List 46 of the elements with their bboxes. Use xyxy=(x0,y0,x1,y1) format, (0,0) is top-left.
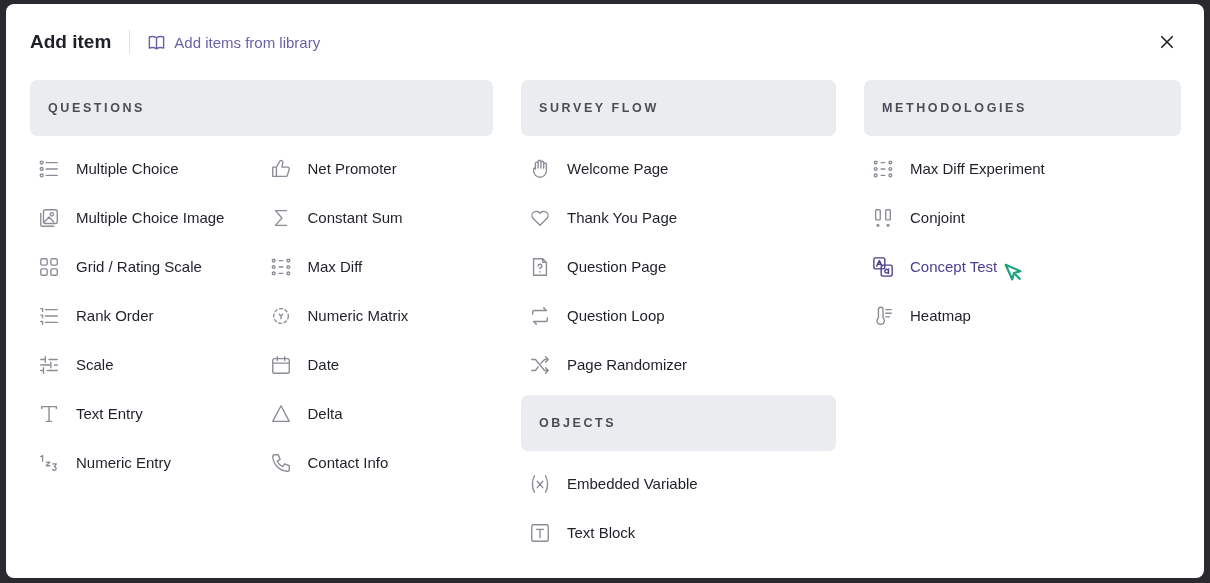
triangle-icon xyxy=(269,402,292,425)
grid-icon xyxy=(38,255,60,278)
close-icon xyxy=(1158,33,1176,51)
item-option[interactable]: Numeric Matrix xyxy=(261,291,409,340)
phone-icon xyxy=(269,451,292,474)
text-box-icon xyxy=(529,521,551,544)
calendar-icon xyxy=(269,353,292,376)
item-option[interactable]: Constant Sum xyxy=(261,193,403,242)
item-option[interactable]: Conjoint xyxy=(864,193,966,242)
item-option[interactable]: Max Diff xyxy=(261,242,363,291)
item-option[interactable]: Scale xyxy=(30,340,114,389)
library-link[interactable]: Add items from library xyxy=(147,32,321,52)
columns-icon xyxy=(872,206,894,229)
item-option[interactable]: Page Randomizer xyxy=(521,340,688,389)
repeat-icon xyxy=(529,304,551,327)
item-option[interactable]: Text Entry xyxy=(30,389,143,438)
section-header: QUESTIONS xyxy=(30,80,493,136)
image-icon xyxy=(38,206,60,229)
item-option[interactable]: Question Loop xyxy=(521,291,665,340)
variable-icon xyxy=(529,472,551,495)
item-option[interactable]: Numeric Entry xyxy=(30,438,172,487)
item-option[interactable]: Heatmap xyxy=(864,291,971,340)
translate-icon xyxy=(872,255,894,278)
item-option[interactable]: Delta xyxy=(261,389,343,438)
item-option[interactable]: Max Diff Experiment xyxy=(864,144,1045,193)
item-option[interactable]: Date xyxy=(261,340,340,389)
item-option[interactable]: Multiple Choice Image xyxy=(30,193,225,242)
item-option[interactable]: Concept Test xyxy=(864,242,1026,291)
item-option[interactable]: Welcome Page xyxy=(521,144,669,193)
sliders-icon xyxy=(38,353,60,376)
list-icon xyxy=(38,157,60,180)
item-option[interactable]: Embedded Variable xyxy=(521,459,698,508)
item-option[interactable]: Multiple Choice xyxy=(30,144,179,193)
item-option[interactable]: Question Page xyxy=(521,242,667,291)
item-option[interactable]: Thank You Page xyxy=(521,193,678,242)
section-header: OBJECTS xyxy=(521,395,836,451)
item-option[interactable]: Rank Order xyxy=(30,291,154,340)
thumbs-up-icon xyxy=(269,157,292,180)
dialog-title: Add item xyxy=(30,31,112,53)
section-header: METHODOLOGIES xyxy=(864,80,1181,136)
item-option[interactable]: Net Promoter xyxy=(261,144,397,193)
item-option[interactable]: Grid / Rating Scale xyxy=(30,242,202,291)
shuffle-icon xyxy=(529,353,551,376)
item-option[interactable]: Contact Info xyxy=(261,438,389,487)
section-header: SURVEY FLOW xyxy=(521,80,836,136)
item-option[interactable]: Text Block xyxy=(521,508,636,557)
